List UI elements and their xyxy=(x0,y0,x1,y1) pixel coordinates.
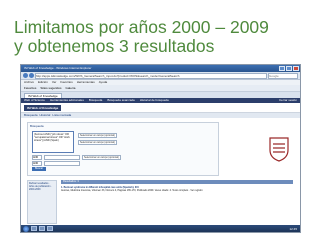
field-row-1: Seleccionar un campo (opcional) xyxy=(78,132,117,138)
favorites-button[interactable]: Favoritos xyxy=(24,85,36,91)
start-button-icon[interactable] xyxy=(23,225,29,232)
taskbar-clock: 12:45 xyxy=(289,226,297,231)
slide-title: Limitamos por años 2000 – 2009 y obtenem… xyxy=(14,18,314,56)
site-header: ISI Web of Knowledge xyxy=(21,103,300,113)
result-record: 1. Burnout syndrome in different inhospi… xyxy=(61,186,293,222)
results-header-bar xyxy=(61,180,293,184)
university-seal-icon xyxy=(269,137,289,162)
slide-title-line-2: y obtenemos 3 resultados xyxy=(14,36,215,56)
term-input-3[interactable] xyxy=(44,160,80,166)
record-detail: Autores, Medicina Intensiva, Volumen 33,… xyxy=(61,189,203,192)
search-panel: Búsqueda (burnout AND ("job stress" OR "… xyxy=(27,122,219,176)
search-panel-label: Búsqueda xyxy=(30,124,44,128)
close-button[interactable] xyxy=(293,66,299,71)
slide-title-line-1: Limitamos por años 2000 – 2009 xyxy=(14,17,269,37)
taskbar-media-icon[interactable] xyxy=(47,226,53,231)
search-button[interactable]: Buscar xyxy=(32,167,46,171)
favorites-bar: Favoritos Sitios sugeridos Galería xyxy=(21,85,300,92)
field-select-3[interactable]: Seleccionar un campo (opcional) xyxy=(82,154,121,160)
taskbar-explorer-icon[interactable] xyxy=(39,226,45,231)
term-input-2[interactable] xyxy=(44,154,80,160)
menu-item-help[interactable]: Ayuda xyxy=(99,80,107,85)
window-titlebar: ISI Web of Knowledge - Windows Internet … xyxy=(21,65,300,72)
nav-additional-tools[interactable]: Herramientas adicionales xyxy=(50,98,84,103)
results-count: Resultados: 3 xyxy=(63,180,79,183)
taskbar: 12:45 xyxy=(21,225,300,232)
nav-advanced-search[interactable]: Búsqueda avanzada xyxy=(107,98,134,103)
window-controls xyxy=(279,66,299,71)
field-row-2: Seleccionar un campo (opcional) xyxy=(78,139,117,145)
gallery-link[interactable]: Galería xyxy=(66,85,76,91)
browser-search-input[interactable]: Google xyxy=(268,72,298,79)
and-row-1: AND Seleccionar un campo (opcional) xyxy=(32,154,121,160)
window-title: ISI Web of Knowledge - Windows Internet … xyxy=(24,66,92,70)
back-icon[interactable] xyxy=(23,73,28,78)
query-input[interactable]: (burnout AND ("job stress" OR "occupatio… xyxy=(32,131,74,153)
refine-sidebar[interactable]: Refinar resultados · Años de publicación… xyxy=(27,180,57,224)
field-select-1[interactable]: Seleccionar un campo (opcional) xyxy=(78,132,117,138)
minimize-button[interactable] xyxy=(279,66,285,71)
page-content: Búsqueda (burnout AND ("job stress" OR "… xyxy=(21,118,300,228)
nav-search[interactable]: Búsqueda xyxy=(89,98,103,103)
operator-select-2[interactable]: AND xyxy=(32,160,42,166)
and-row-2: AND xyxy=(32,160,80,166)
forward-icon[interactable] xyxy=(29,73,34,78)
maximize-button[interactable] xyxy=(286,66,292,71)
url-input[interactable]: http://apps.isiknowledge.com/WOS_General… xyxy=(35,72,267,79)
address-bar: http://apps.isiknowledge.com/WOS_General… xyxy=(21,72,300,80)
nav-search-history[interactable]: Historial de búsqueda xyxy=(140,98,169,103)
menu-item-tools[interactable]: Herramientas xyxy=(77,80,95,85)
nav-web-of-science[interactable]: Web of Science xyxy=(24,98,45,103)
field-select-2[interactable]: Seleccionar un campo (opcional) xyxy=(78,139,117,145)
taskbar-ie-icon[interactable] xyxy=(31,226,37,231)
site-logo: ISI Web of Knowledge xyxy=(24,104,62,111)
screenshot-window: ISI Web of Knowledge - Windows Internet … xyxy=(20,64,301,233)
logout-link[interactable]: Cerrar sesión xyxy=(279,98,300,103)
suggested-sites-link[interactable]: Sitios sugeridos xyxy=(40,85,61,91)
operator-select-1[interactable]: AND xyxy=(32,154,42,160)
